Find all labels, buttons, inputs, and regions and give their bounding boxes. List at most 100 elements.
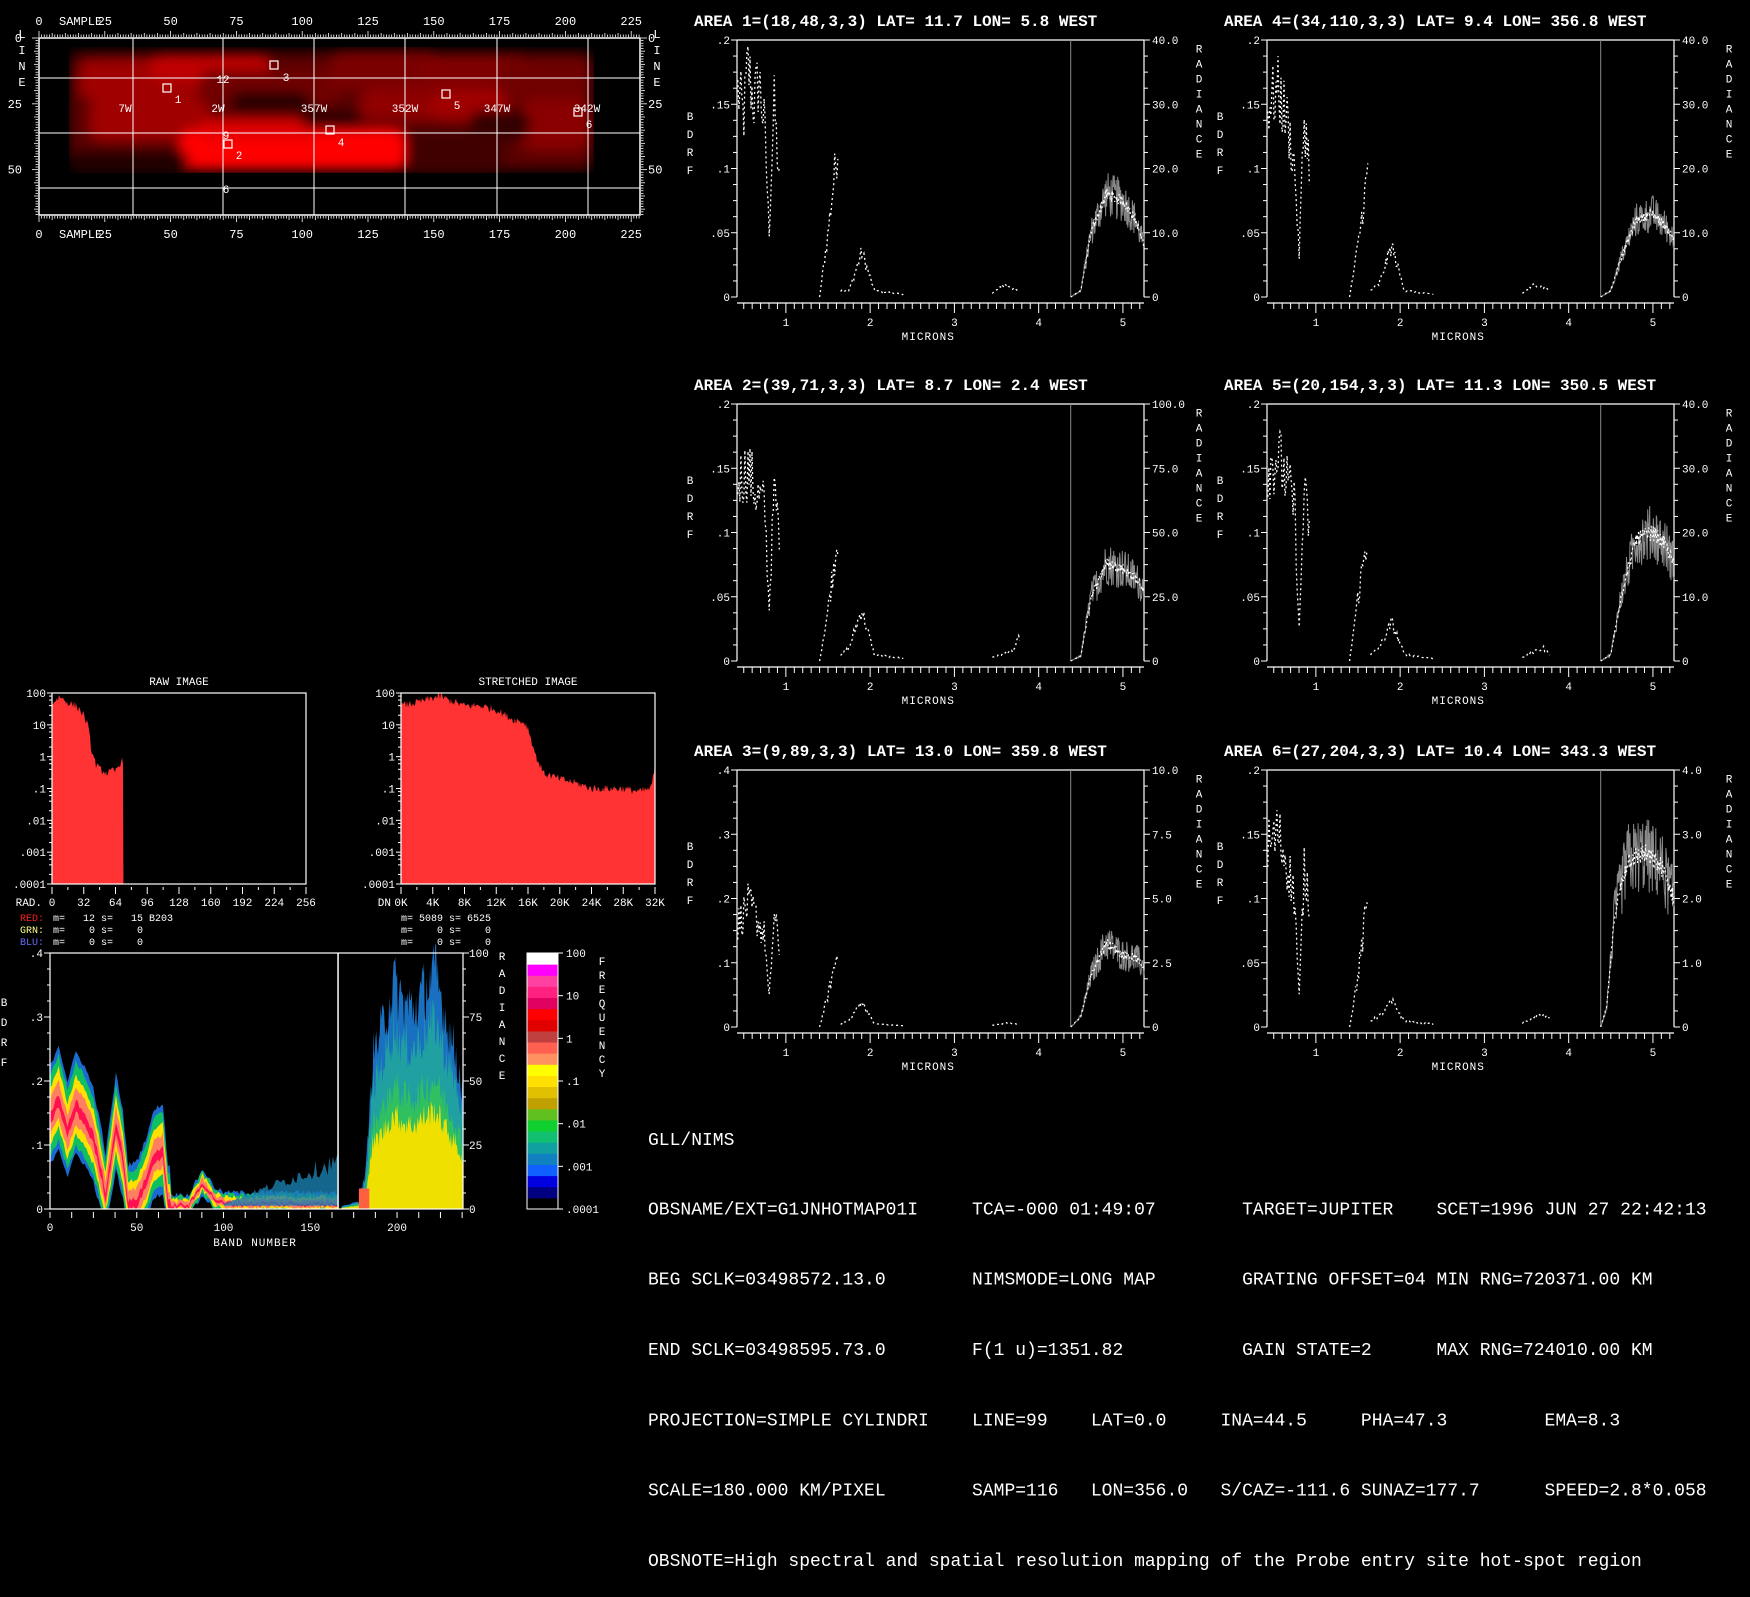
bdrf-trace (992, 1023, 1019, 1025)
micron-tick-label: 5 (1120, 1048, 1127, 1060)
info-beg-sclk-row: BEG SCLK=03498572.13.0 NIMSMODE=LONG MAP… (648, 1269, 1707, 1292)
line-axis-label-left: LINE (15, 28, 29, 92)
band-x-axis-label: BAND NUMBER (213, 1238, 297, 1250)
spectrum-title: AREA 6=(27,204,3,3) LAT= 10.4 LON= 343.3… (1224, 743, 1656, 761)
histogram-x-tick-label: 16K (518, 898, 538, 910)
bdrf-tick-label: .2 (1247, 766, 1260, 778)
band-x-tick-label: 200 (387, 1223, 407, 1235)
micron-tick-label: 3 (951, 1048, 958, 1060)
bdrf-tick-label: .15 (1240, 100, 1260, 112)
micron-tick-label: 5 (1650, 1048, 1657, 1060)
micron-tick-label: 2 (867, 682, 874, 694)
micron-tick-label: 5 (1650, 318, 1657, 330)
band-bdrf-axis-label: BDRF (0, 998, 10, 1078)
info-obsname-row: OBSNAME/EXT=G1JNHOTMAP01I TCA=-000 01:49… (648, 1199, 1707, 1222)
bdrf-trace (1371, 617, 1434, 658)
histogram-y-tick-label: .01 (375, 816, 395, 828)
bdrf-trace (1522, 646, 1549, 657)
stat-values: m= 0 s= 0 (47, 926, 143, 937)
histogram-panels: RAW IMAGE100101.1.01.001.000103264961281… (13, 677, 665, 949)
bdrf-trace (1350, 903, 1368, 1027)
radiance-axis-label: RADIANCE (1723, 408, 1735, 528)
bdrf-axis-label: BDRF (1214, 112, 1226, 184)
micron-tick-label: 1 (1313, 682, 1320, 694)
bdrf-tick-label: 0 (723, 1023, 730, 1035)
histogram-x-tick-label: 256 (296, 898, 316, 910)
radiance-tick-label: 10.0 (1152, 766, 1178, 778)
radiance-tick-label: 5.0 (1152, 895, 1172, 907)
area-1-marker-label: 1 (175, 95, 182, 107)
micron-tick-label: 4 (1035, 1048, 1042, 1060)
area-2-marker-label: 2 (236, 151, 243, 163)
sample-tick-label-top: 175 (489, 15, 511, 29)
band-radiance-tick-label: 75 (469, 1013, 482, 1025)
micron-axis-label: MICRONS (902, 1062, 955, 1074)
histogram-y-tick-label: .0001 (362, 880, 395, 892)
histogram-x-tick-label: 160 (201, 898, 221, 910)
bdrf-tick-label: .05 (1240, 959, 1260, 971)
sample-tick-label-top: 125 (357, 15, 379, 29)
bdrf-tick-label: .2 (1247, 36, 1260, 48)
sample-tick-label-top: 100 (291, 15, 313, 29)
map-image-region (69, 150, 189, 175)
histogram-x-tick-label: 0K (394, 898, 408, 910)
band-radiance-axis-label: RADIANCE (496, 952, 508, 1088)
longitude-label: 347W (484, 104, 511, 116)
bdrf-trace (820, 154, 838, 298)
colorbar-swatch (527, 964, 558, 976)
stat-channel-label: RED: (20, 914, 44, 925)
histogram-x-tick-label: 224 (264, 898, 284, 910)
stat-channel-label: GRN: (20, 926, 44, 937)
bdrf-trace (1268, 810, 1310, 994)
histogram-x-tick-label: 24K (582, 898, 602, 910)
info-obsnote-row: OBSNOTE=High spectral and spatial resolu… (648, 1550, 1707, 1573)
bdrf-tick-label: .05 (710, 593, 730, 605)
histogram-y-tick-label: .1 (33, 785, 47, 797)
sample-tick-label-top: 225 (620, 15, 642, 29)
histogram-title: RAW IMAGE (149, 677, 209, 689)
sample-tick-label-top: 50 (163, 15, 177, 29)
colorbar-swatch (527, 1176, 558, 1188)
histogram-y-tick-label: .1 (382, 785, 396, 797)
histogram-x-tick-label: 0 (49, 898, 56, 910)
bdrf-trace (738, 46, 780, 236)
sample-tick-label-top: 200 (555, 15, 577, 29)
bdrf-tick-label: .2 (1247, 400, 1260, 412)
bdrf-tick-label: .05 (1240, 593, 1260, 605)
band-bdrf-tick-label: .1 (30, 1141, 44, 1153)
radiance-tick-label: 20.0 (1682, 165, 1708, 177)
radiance-tick-label: 7.5 (1152, 830, 1172, 842)
radiance-tick-label: 20.0 (1152, 165, 1178, 177)
micron-tick-label: 1 (1313, 318, 1320, 330)
colorbar-swatch (527, 1009, 558, 1021)
colorbar-swatch (527, 1120, 558, 1132)
radiance-tick-label: 75.0 (1152, 464, 1178, 476)
radiance-noise-trace (1601, 820, 1674, 1027)
spectrum-title: AREA 1=(18,48,3,3) LAT= 11.7 LON= 5.8 WE… (694, 13, 1098, 31)
bdrf-trace (1371, 999, 1434, 1024)
radiance-tick-label: 50.0 (1152, 529, 1178, 541)
radiance-tick-label: 40.0 (1152, 36, 1178, 48)
spectrum-area-1: AREA 1=(18,48,3,3) LAT= 11.7 LON= 5.8 WE… (684, 13, 1205, 344)
bdrf-tick-label: 0 (1253, 293, 1260, 305)
colorbar-swatch (527, 1031, 558, 1043)
line-tick-label-left: 50 (8, 164, 22, 178)
colorbar-tick-label: .1 (566, 1077, 580, 1089)
bdrf-tick-label: .1 (1247, 529, 1261, 541)
micron-tick-label: 5 (1650, 682, 1657, 694)
bdrf-tick-label: .1 (1247, 895, 1261, 907)
stat-values: m= 0 s= 0 (401, 926, 491, 937)
micron-tick-label: 4 (1035, 682, 1042, 694)
bdrf-tick-label: .2 (717, 36, 730, 48)
radiance-tick-label: 0 (1152, 657, 1159, 669)
sample-tick-label-bottom: 150 (423, 228, 445, 242)
micron-tick-label: 4 (1565, 318, 1572, 330)
bdrf-tick-label: .1 (1247, 165, 1261, 177)
map-image (69, 50, 594, 175)
colorbar-swatch (527, 986, 558, 998)
bdrf-tick-label: .2 (717, 895, 730, 907)
bdrf-tick-label: .15 (710, 100, 730, 112)
histogram-y-tick-label: .001 (369, 848, 396, 860)
colorbar-swatch (527, 1142, 558, 1154)
spectrum-area-4: AREA 4=(34,110,3,3) LAT= 9.4 LON= 356.8 … (1214, 13, 1735, 344)
